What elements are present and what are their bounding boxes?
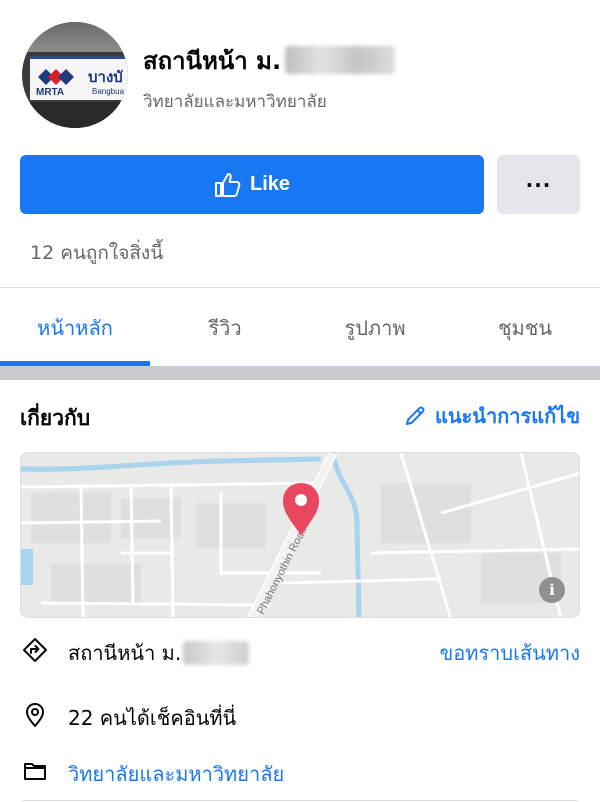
category-icon [24,763,46,780]
address-text: สถานีหน้า ม. [68,641,182,665]
bottom-divider [22,800,578,801]
avatar-background-top [22,22,128,52]
station-sign-english: Bangbua [92,87,125,96]
like-button-label: Like [249,173,291,195]
like-count[interactable]: 12 คนถูกใจสิ่งนี้ [30,238,163,268]
page-tabs: หน้าหลัก รีวิว รูปภาพ ชุมชน [0,288,600,368]
like-button[interactable]: Like [20,155,484,214]
tab-reviews[interactable]: รีวิว [150,288,300,368]
tab-community[interactable]: ชุมชน [450,288,600,368]
directions-icon [23,638,47,662]
station-sign-thai: บางบั [88,68,123,86]
page-title[interactable]: สถานีหน้า ม. [143,41,281,80]
page-header: MRTA บางบั Bangbua สถานีหน้า ม. วิทยาลัย… [0,0,600,140]
thumbs-up-icon [214,172,241,197]
tab-home[interactable]: หน้าหลัก [0,288,150,368]
mrta-text: MRTA [36,87,65,98]
page-category[interactable]: วิทยาลัยและมหาวิทยาลัย [143,88,327,115]
location-map[interactable]: Phahonyothin Road i [20,452,580,618]
avatar-background-bottom [22,102,128,128]
about-section-title: เกี่ยวกับ [20,406,91,430]
section-separator [0,366,600,380]
directions-address: สถานีหน้า ม. [68,637,250,669]
station-sign: MRTA บางบั Bangbua [30,56,128,100]
map-info-button[interactable]: i [539,577,565,603]
checkins-row: 22 คนได้เช็คอินที่นี่ [0,690,600,740]
more-options-button[interactable]: ··· [497,155,580,214]
redacted-address-part [183,641,250,665]
category-link[interactable]: วิทยาลัยและมหาวิทยาลัย [68,758,284,790]
suggest-edit-label: แนะนำการแก้ไข [434,404,580,428]
directions-row: สถานีหน้า ม. ขอทราบเส้นทาง [0,625,600,675]
pencil-icon [405,406,425,425]
redacted-title-part [285,46,396,74]
location-pin-icon [26,703,44,727]
map-graphic: Phahonyothin Road [21,453,579,617]
mrta-logo-icon [38,69,74,85]
more-options-icon: ··· [525,172,552,197]
get-directions-link[interactable]: ขอทราบเส้นทาง [440,637,580,669]
tab-photos[interactable]: รูปภาพ [300,288,450,368]
checkins-text[interactable]: 22 คนได้เช็คอินที่นี่ [68,702,236,734]
suggest-edit-link[interactable]: แนะนำการแก้ไข [403,400,580,432]
page-title-row: สถานีหน้า ม. [143,41,396,80]
page-avatar[interactable]: MRTA บางบั Bangbua [22,22,128,128]
category-row: วิทยาลัยและมหาวิทยาลัย [0,746,600,796]
